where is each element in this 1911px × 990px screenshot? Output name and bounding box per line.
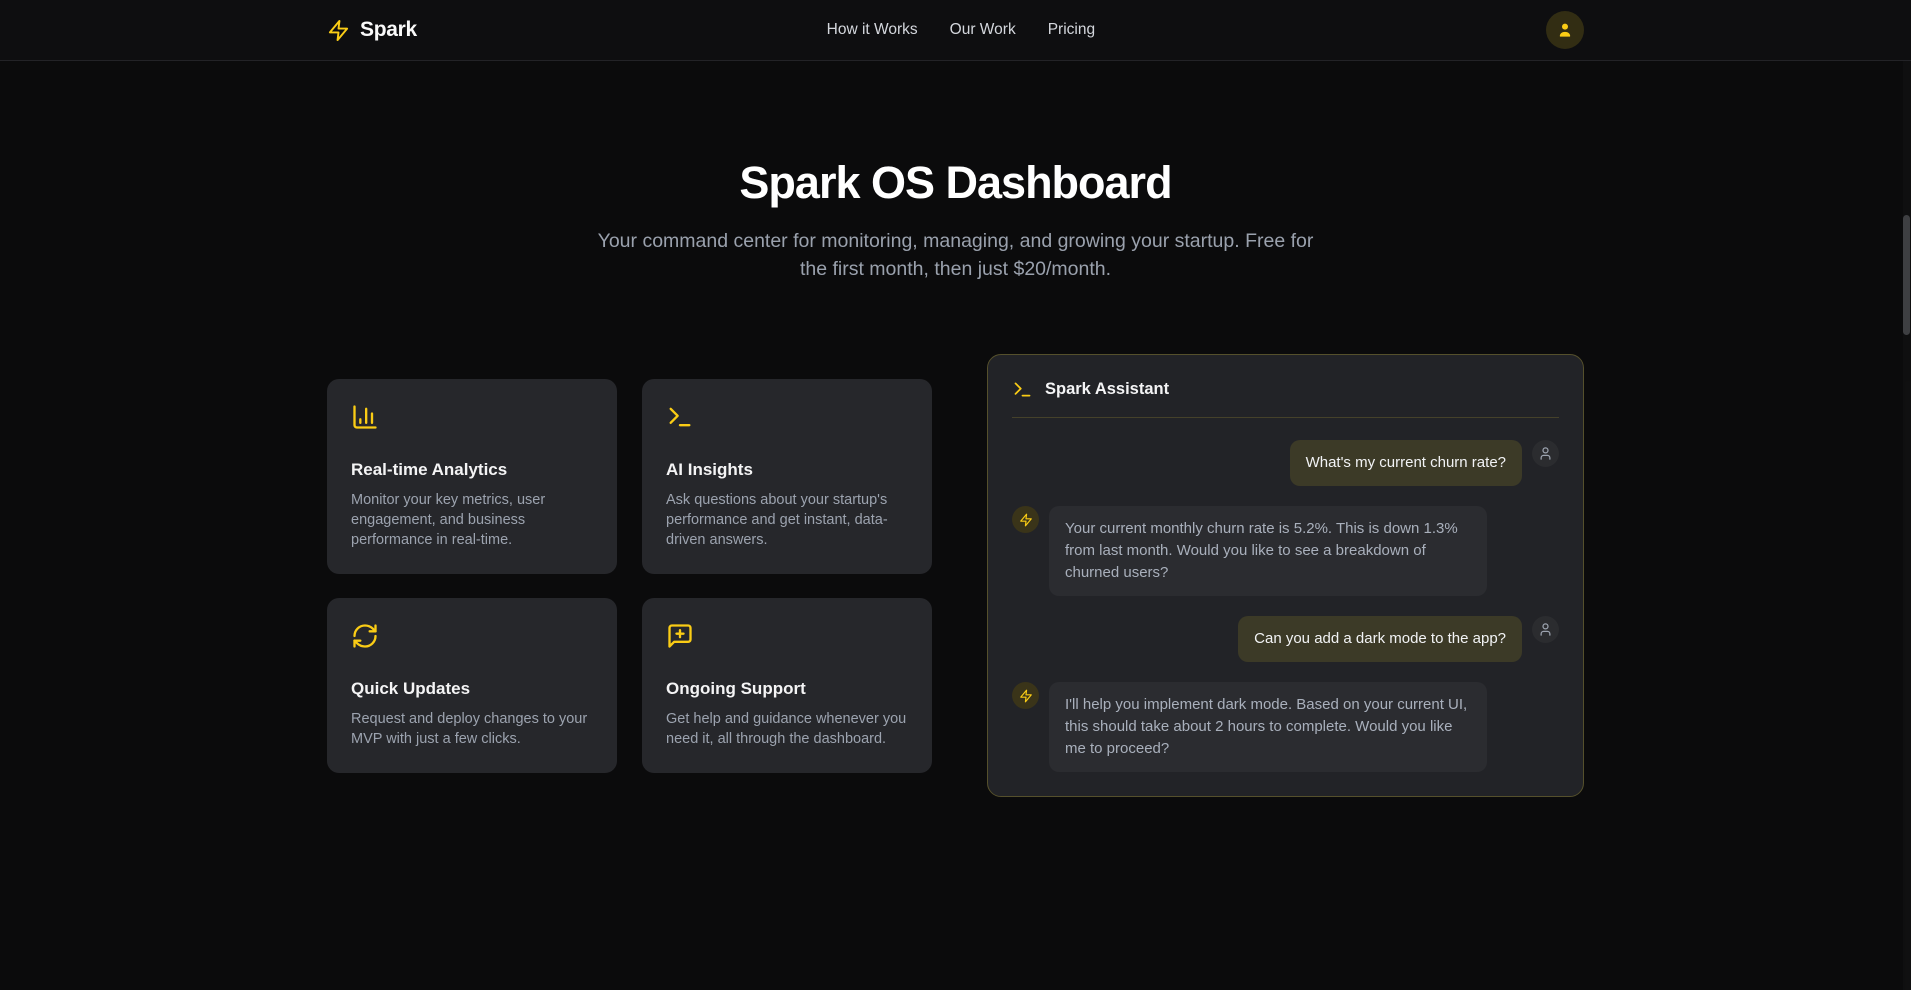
nav-link-pricing[interactable]: Pricing (1048, 21, 1095, 39)
user-message-bubble: Can you add a dark mode to the app? (1238, 616, 1522, 662)
assistant-panel: Spark Assistant What's my current churn … (987, 354, 1584, 797)
user-icon (1538, 622, 1553, 637)
assistant-title: Spark Assistant (1045, 380, 1169, 399)
hero-section: Spark OS Dashboard Your command center f… (0, 61, 1911, 283)
terminal-icon (1012, 379, 1033, 400)
feature-description: Ask questions about your startup's perfo… (666, 490, 908, 550)
user-icon (1538, 446, 1553, 461)
page: Spark How it Works Our Work Pricing Spar… (0, 0, 1911, 990)
feature-description: Request and deploy changes to your MVP w… (351, 709, 593, 749)
brand-name: Spark (360, 18, 417, 42)
chat-message-assistant: I'll help you implement dark mode. Based… (1012, 682, 1559, 772)
message-square-plus-icon (666, 622, 908, 655)
feature-title: Ongoing Support (666, 679, 908, 699)
features-grid: Real-time Analytics Monitor your key met… (327, 379, 932, 773)
nav-links: How it Works Our Work Pricing (827, 21, 1095, 39)
refresh-icon (351, 622, 593, 655)
user-message-bubble: What's my current churn rate? (1290, 440, 1522, 486)
feature-card-ai-insights[interactable]: AI Insights Ask questions about your sta… (642, 379, 932, 574)
feature-card-realtime-analytics[interactable]: Real-time Analytics Monitor your key met… (327, 379, 617, 574)
feature-title: Quick Updates (351, 679, 593, 699)
chat-messages: What's my current churn rate? Your curre… (1012, 440, 1559, 772)
terminal-icon (666, 403, 908, 436)
nav-link-how-it-works[interactable]: How it Works (827, 21, 918, 39)
user-avatar (1532, 440, 1559, 467)
page-title: Spark OS Dashboard (0, 157, 1911, 209)
navbar-inner: Spark How it Works Our Work Pricing (327, 0, 1584, 60)
scrollbar-thumb[interactable] (1903, 215, 1910, 335)
user-icon (1555, 20, 1575, 40)
zap-icon (327, 19, 350, 42)
assistant-avatar (1012, 682, 1039, 709)
zap-icon (1019, 513, 1033, 527)
user-avatar (1532, 616, 1559, 643)
chat-message-user: What's my current churn rate? (1012, 440, 1559, 486)
nav-link-our-work[interactable]: Our Work (950, 21, 1016, 39)
feature-card-quick-updates[interactable]: Quick Updates Request and deploy changes… (327, 598, 617, 773)
zap-icon (1019, 689, 1033, 703)
main-content: Real-time Analytics Monitor your key met… (327, 354, 1584, 797)
feature-card-ongoing-support[interactable]: Ongoing Support Get help and guidance wh… (642, 598, 932, 773)
feature-description: Get help and guidance whenever you need … (666, 709, 908, 749)
assistant-message-bubble: Your current monthly churn rate is 5.2%.… (1049, 506, 1487, 596)
feature-title: Real-time Analytics (351, 460, 593, 480)
assistant-avatar (1012, 506, 1039, 533)
bar-chart-icon (351, 403, 593, 436)
brand-logo[interactable]: Spark (327, 18, 417, 42)
chat-message-assistant: Your current monthly churn rate is 5.2%.… (1012, 506, 1559, 596)
navbar: Spark How it Works Our Work Pricing (0, 0, 1911, 61)
feature-title: AI Insights (666, 460, 908, 480)
assistant-message-bubble: I'll help you implement dark mode. Based… (1049, 682, 1487, 772)
account-avatar-button[interactable] (1546, 11, 1584, 49)
assistant-header: Spark Assistant (1012, 379, 1559, 418)
chat-message-user: Can you add a dark mode to the app? (1012, 616, 1559, 662)
feature-description: Monitor your key metrics, user engagemen… (351, 490, 593, 550)
scrollbar-track[interactable] (1903, 0, 1911, 990)
page-subtitle: Your command center for monitoring, mana… (591, 227, 1321, 283)
